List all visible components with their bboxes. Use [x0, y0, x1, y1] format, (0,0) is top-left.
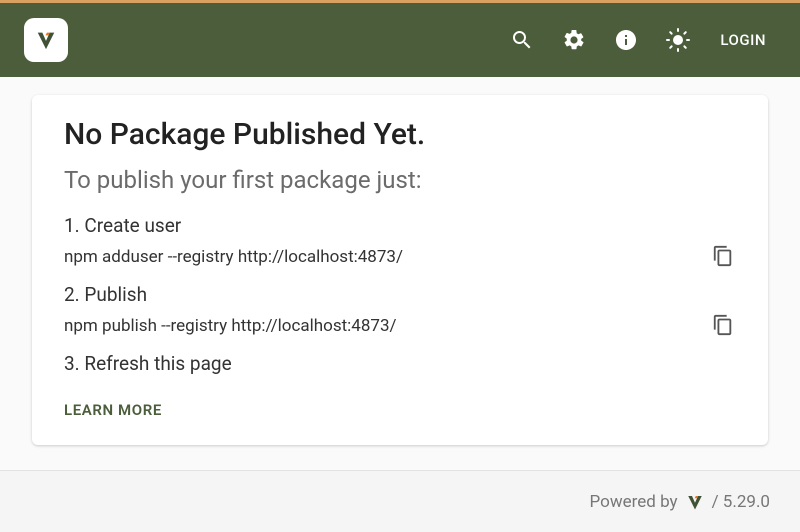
card-title: No Package Published Yet.	[64, 117, 736, 152]
verdaccio-footer-icon	[686, 493, 704, 511]
login-button[interactable]: LOGIN	[702, 23, 776, 57]
learn-more-link[interactable]: LEARN MORE	[64, 401, 162, 419]
step-1-command: npm adduser --registry http://localhost:…	[64, 247, 403, 267]
info-button[interactable]	[602, 16, 650, 64]
footer-text: Powered by / 5.29.0	[590, 492, 770, 512]
step-2-command: npm publish --registry http://localhost:…	[64, 316, 397, 336]
card-subtitle: To publish your first package just:	[64, 166, 736, 194]
search-button[interactable]	[498, 16, 546, 64]
app-header: LOGIN	[0, 3, 800, 77]
search-icon	[510, 28, 534, 52]
step-2-label: 2. Publish	[64, 283, 736, 306]
copy-icon	[712, 314, 734, 336]
step-1-label: 1. Create user	[64, 214, 736, 237]
info-icon	[614, 28, 638, 52]
empty-state-card: No Package Published Yet. To publish you…	[32, 95, 768, 445]
footer: Powered by / 5.29.0	[0, 470, 800, 532]
copy-button-1[interactable]	[712, 245, 736, 269]
settings-button[interactable]	[550, 16, 598, 64]
sun-icon	[666, 28, 690, 52]
version-label: / 5.29.0	[712, 492, 770, 512]
theme-toggle-button[interactable]	[654, 16, 702, 64]
copy-icon	[712, 245, 734, 267]
step-2-command-row: npm publish --registry http://localhost:…	[64, 314, 736, 338]
verdaccio-logo[interactable]	[24, 18, 68, 62]
step-1-command-row: npm adduser --registry http://localhost:…	[64, 245, 736, 269]
gear-icon	[562, 28, 586, 52]
verdaccio-logo-icon	[35, 29, 57, 51]
powered-by-label: Powered by	[590, 492, 678, 512]
copy-button-2[interactable]	[712, 314, 736, 338]
step-3-label: 3. Refresh this page	[64, 352, 736, 375]
